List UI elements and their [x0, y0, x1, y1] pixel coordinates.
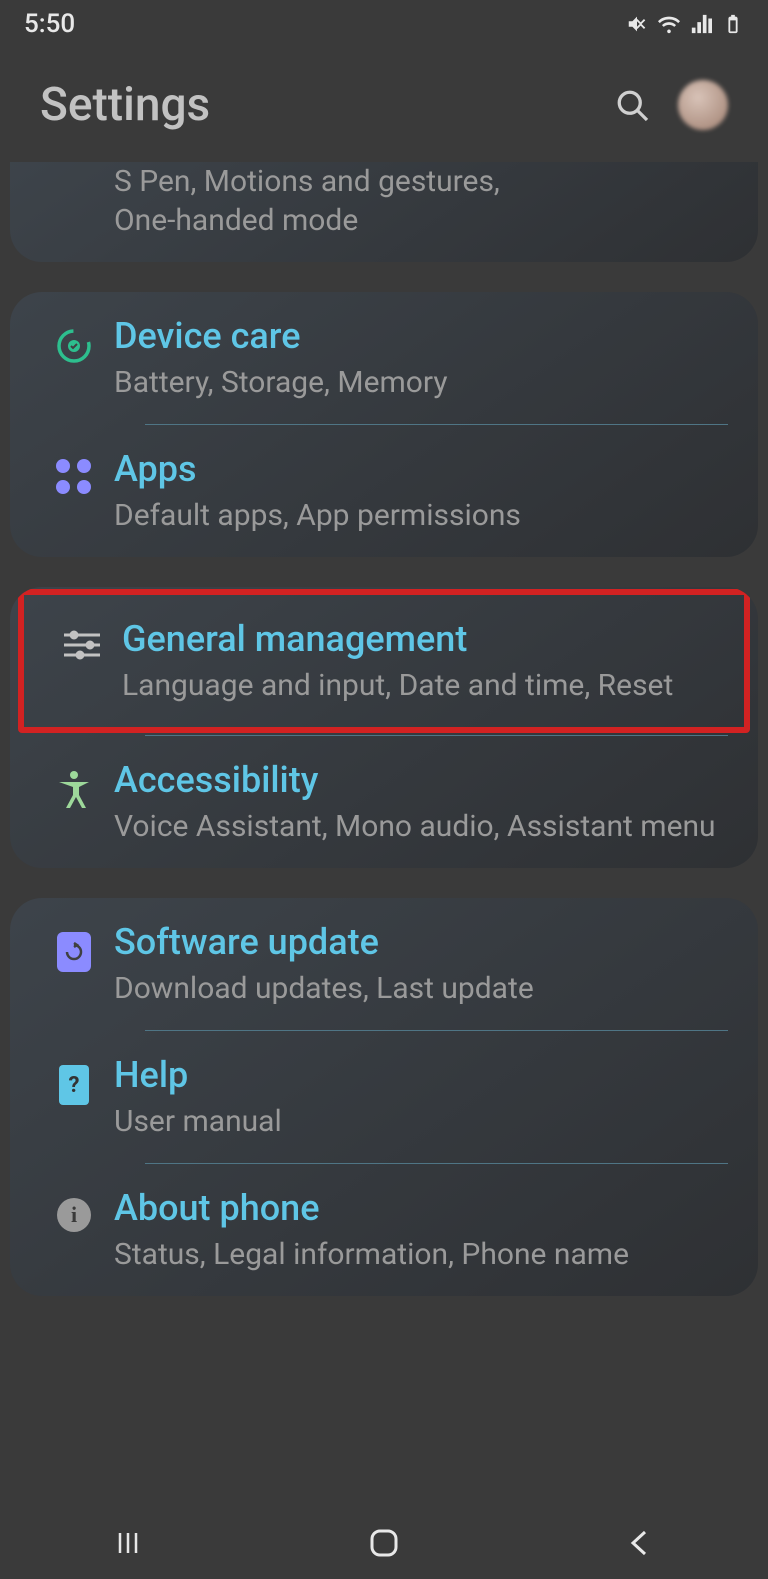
battery-icon	[722, 13, 744, 35]
info-icon: i	[57, 1198, 91, 1232]
settings-item-accessibility[interactable]: Accessibility Voice Assistant, Mono audi…	[10, 736, 758, 868]
highlight-box: General management Language and input, D…	[18, 589, 750, 733]
accessibility-icon	[57, 770, 91, 810]
sliders-icon	[62, 629, 102, 661]
search-icon[interactable]	[614, 87, 650, 123]
item-sub: Language and input, Date and time, Reset	[122, 666, 714, 705]
home-button[interactable]	[364, 1523, 404, 1563]
item-title: Accessibility	[114, 758, 728, 803]
device-care-icon	[54, 326, 94, 366]
status-time: 5:50	[24, 9, 75, 39]
navigation-bar	[0, 1507, 768, 1579]
settings-list: S Pen, Motions and gestures, One-handed …	[0, 162, 768, 1296]
item-sub: Download updates, Last update	[114, 969, 728, 1008]
settings-group-partial: S Pen, Motions and gestures, One-handed …	[10, 162, 758, 262]
wifi-icon	[658, 13, 680, 35]
settings-item-software-update[interactable]: Software update Download updates, Last u…	[10, 898, 758, 1030]
item-sub: Battery, Storage, Memory	[114, 363, 728, 402]
settings-item-advanced-features[interactable]: S Pen, Motions and gestures, One-handed …	[10, 162, 758, 262]
help-icon: ?	[59, 1065, 89, 1105]
item-sub: Voice Assistant, Mono audio, Assistant m…	[114, 807, 728, 846]
item-sub: Status, Legal information, Phone name	[114, 1235, 728, 1274]
settings-group-0: Device care Battery, Storage, Memory App…	[10, 292, 758, 557]
header: Settings	[0, 48, 768, 162]
item-title: Software update	[114, 920, 728, 965]
item-title: Device care	[114, 314, 728, 359]
signal-icon	[690, 13, 712, 35]
status-bar: 5:50	[0, 0, 768, 48]
item-sub: User manual	[114, 1102, 728, 1141]
back-button[interactable]	[620, 1523, 660, 1563]
item-sub-partial-2: One-handed mode	[114, 201, 728, 240]
settings-item-about-phone[interactable]: i About phone Status, Legal information,…	[10, 1164, 758, 1296]
status-icons	[626, 13, 744, 35]
settings-group-1: General management Language and input, D…	[10, 587, 758, 868]
settings-item-apps[interactable]: Apps Default apps, App permissions	[10, 425, 758, 557]
settings-item-help[interactable]: ? Help User manual	[10, 1031, 758, 1163]
recents-button[interactable]	[108, 1523, 148, 1563]
settings-item-general-management[interactable]: General management Language and input, D…	[24, 595, 744, 727]
item-title: Apps	[114, 447, 728, 492]
settings-group-2: Software update Download updates, Last u…	[10, 898, 758, 1296]
item-sub: Default apps, App permissions	[114, 496, 728, 535]
item-title: General management	[122, 617, 714, 662]
settings-item-device-care[interactable]: Device care Battery, Storage, Memory	[10, 292, 758, 424]
apps-icon	[56, 459, 92, 495]
page-title: Settings	[40, 78, 210, 132]
item-title: Help	[114, 1053, 728, 1098]
software-update-icon	[57, 932, 91, 972]
mute-icon	[626, 13, 648, 35]
item-sub-partial-1: S Pen, Motions and gestures,	[114, 162, 728, 201]
profile-avatar[interactable]	[678, 80, 728, 130]
item-title: About phone	[114, 1186, 728, 1231]
